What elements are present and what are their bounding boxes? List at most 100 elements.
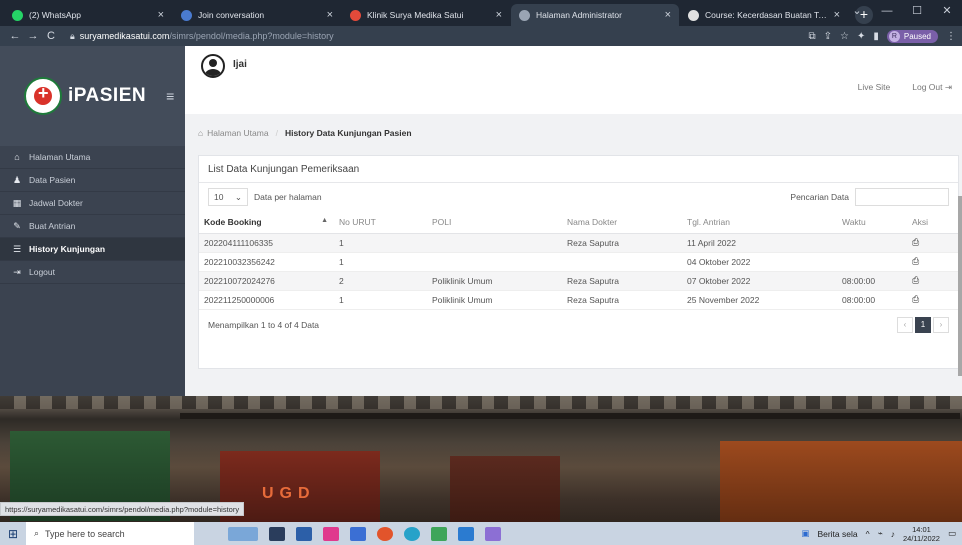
share-icon[interactable]: ⇪ (824, 31, 832, 42)
prev-page-button[interactable]: ‹ (897, 316, 913, 333)
notification-icon[interactable]: ▭ (948, 528, 956, 539)
action-cell: ⎙ (907, 271, 960, 291)
browser-tab-5[interactable]: Course: Kecerdasan Buatan Terap × (680, 4, 848, 26)
column-header[interactable]: Waktu (837, 211, 907, 234)
url-input[interactable]: 🔒︎ suryamedikasatui.com/simrs/pendol/med… (66, 28, 808, 44)
column-header[interactable]: POLI (427, 211, 562, 234)
news-icon[interactable]: ▣ (801, 528, 809, 539)
column-header[interactable]: Nama Dokter (562, 211, 682, 234)
tab-label: Course: Kecerdasan Buatan Terap (705, 10, 828, 20)
edge-icon[interactable] (404, 526, 420, 541)
sidebar-menu: ⌂ Halaman Utama ♟ Data Pasien ▦ Jadwal Dokter… (0, 146, 185, 284)
column-header[interactable]: No URUT (334, 211, 427, 234)
minimize-button[interactable]: — (872, 0, 902, 22)
page-1-button[interactable]: 1 (915, 316, 931, 333)
sidebar-item-logout[interactable]: ⇥ Logout (0, 261, 185, 284)
clock[interactable]: 14:01 24/11/2022 (903, 525, 940, 543)
windows-taskbar: ⊞ ⌕ Type here to search ▣ Berita sela ^ … (0, 522, 962, 545)
brand-name: iPASIEN (68, 85, 147, 106)
next-page-button[interactable]: › (933, 316, 949, 333)
breadcrumb-home[interactable]: Halaman Utama (207, 128, 268, 138)
back-button[interactable]: ← (6, 30, 24, 42)
chevron-down-icon: ⌄ (234, 191, 242, 202)
calendar-icon: ▦ (12, 197, 22, 208)
page-scrollbar[interactable] (958, 196, 962, 376)
top-header: Ijai Live Site Log Out ⇥ (185, 46, 962, 114)
bookmark-star-icon[interactable]: ☆ (840, 31, 849, 42)
panel-title: List Data Kunjungan Pemeriksaan (199, 156, 958, 183)
sidepanel-icon[interactable]: ▮ (873, 31, 879, 42)
tab-close-icon[interactable]: × (496, 9, 502, 21)
sidebar-item-halaman-utama[interactable]: ⌂ Halaman Utama (0, 146, 185, 169)
table-row: 202210032356242 1 04 Oktober 2022 ⎙ (199, 252, 960, 272)
app-icon[interactable] (323, 526, 339, 541)
clinic-logo-icon (24, 77, 62, 115)
mail-icon[interactable] (350, 526, 366, 541)
browser-tab-1[interactable]: (2) WhatsApp × (4, 4, 172, 26)
close-window-button[interactable]: ✕ (932, 0, 962, 22)
live-site-link[interactable]: Live Site (858, 82, 891, 93)
browser-tab-3[interactable]: Klinik Surya Medika Satui × (342, 4, 510, 26)
chrome-icon[interactable] (431, 526, 447, 541)
table-cell: 202210072024276 (199, 271, 334, 291)
logout-icon: ⇥ (944, 82, 952, 92)
extensions-icon[interactable]: ✦ (857, 31, 865, 42)
table-row: 202211250000006 1 Poliklinik Umum Reza Sapu… (199, 290, 960, 310)
sort-asc-icon: ▲ (321, 216, 328, 224)
windows-start-icon[interactable]: ⊞ (0, 527, 26, 541)
action-cell: ⎙ (907, 233, 960, 253)
translate-icon[interactable]: ⧉ (808, 31, 815, 42)
search-label: Pencarian Data (790, 192, 849, 202)
tab-favicon-icon (350, 9, 361, 21)
word-icon[interactable] (458, 526, 474, 541)
breadcrumb: ⌂ Halaman Utama / History Data Kunjungan… (198, 128, 412, 138)
print-icon[interactable]: ⎙ (912, 256, 919, 266)
table-info: Menampilkan 1 to 4 of 4 Data (208, 319, 320, 330)
tab-close-icon[interactable]: × (158, 9, 164, 21)
news-label[interactable]: Berita sela (817, 529, 857, 539)
username: Ijai (233, 59, 247, 70)
column-header[interactable]: Aksi (907, 211, 960, 234)
logout-link[interactable]: Log Out ⇥ (912, 82, 952, 93)
firefox-icon[interactable] (377, 526, 393, 541)
maximize-button[interactable]: ☐ (902, 0, 932, 22)
taskbar-search[interactable]: ⌕ Type here to search (26, 522, 194, 545)
sidebar-item-buat-antrian[interactable]: ✎ Buat Antrian (0, 215, 185, 238)
system-tray: ▣ Berita sela ^ ⌁ ♪ 14:01 24/11/2022 ▭ (801, 525, 962, 543)
print-icon[interactable]: ⎙ (912, 237, 919, 247)
search-input[interactable] (855, 188, 949, 206)
menu-kebab-icon[interactable]: ⋮ (946, 31, 956, 42)
sidebar: iPASIEN ≡ ⌂ Halaman Utama ♟ Data Pasien ▦ Jad… (0, 46, 185, 396)
volume-icon[interactable]: ♪ (891, 529, 895, 539)
app-icon-2[interactable] (485, 526, 501, 541)
tab-label: (2) WhatsApp (29, 10, 81, 20)
file-explorer-icon[interactable] (296, 526, 312, 541)
tab-close-icon[interactable]: × (834, 9, 840, 21)
column-header[interactable]: Kode Booking ▲ (199, 211, 334, 234)
page-length-select[interactable]: 10 ⌄ (208, 188, 248, 206)
sidebar-item-data-pasien[interactable]: ♟ Data Pasien (0, 169, 185, 192)
tab-label: Halaman Administrator (536, 10, 622, 20)
profile-button[interactable]: R Paused (886, 29, 938, 43)
browser-tab-4[interactable]: Halaman Administrator × (511, 4, 679, 26)
task-view-icon[interactable] (269, 526, 285, 541)
column-header[interactable]: Tgl. Antrian (682, 211, 837, 234)
table-cell: 1 (334, 252, 427, 272)
sidebar-item-history-kunjungan[interactable]: ☰ History Kunjungan (0, 238, 185, 261)
weather-widget-icon[interactable] (228, 526, 258, 541)
browser-tab-2[interactable]: Join conversation × (173, 4, 341, 26)
table-cell: 04 Oktober 2022 (682, 252, 837, 272)
print-icon[interactable]: ⎙ (912, 294, 919, 304)
tray-chevron-icon[interactable]: ^ (866, 529, 870, 539)
tab-favicon-icon (181, 9, 192, 21)
window-controls: ⌄ — ☐ ✕ (842, 0, 962, 22)
network-icon[interactable]: ⌁ (878, 528, 883, 539)
forward-button[interactable]: → (24, 30, 42, 42)
reload-button[interactable]: C (42, 30, 60, 42)
tab-search-icon[interactable]: ⌄ (842, 0, 872, 22)
print-icon[interactable]: ⎙ (912, 275, 919, 285)
sidebar-item-jadwal-dokter[interactable]: ▦ Jadwal Dokter (0, 192, 185, 215)
tab-close-icon[interactable]: × (665, 9, 671, 21)
tab-close-icon[interactable]: × (327, 9, 333, 21)
hamburger-menu-icon[interactable]: ≡ (166, 88, 174, 104)
